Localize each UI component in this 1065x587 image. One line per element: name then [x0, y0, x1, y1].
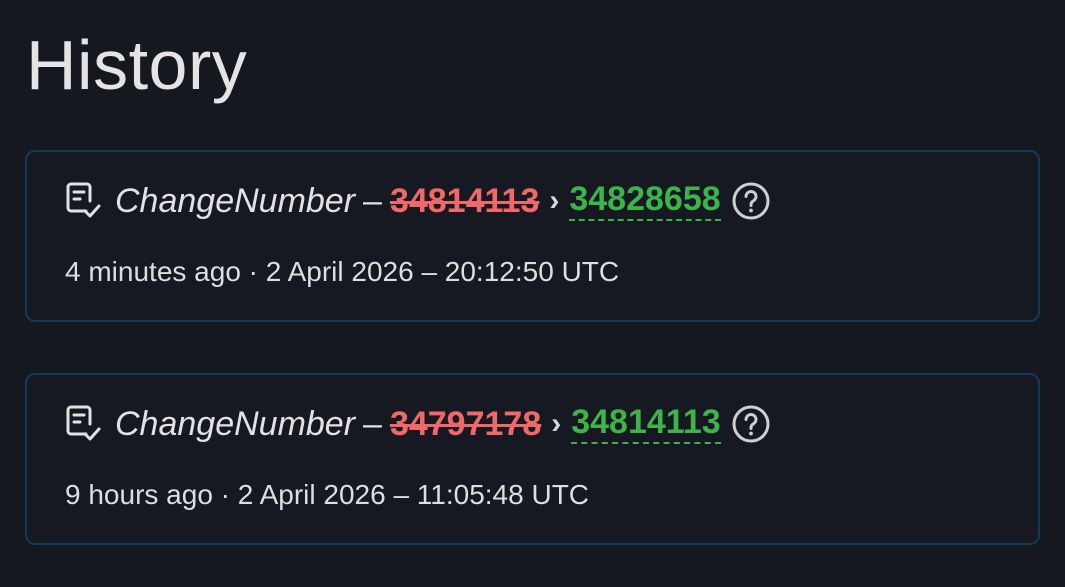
field-name: ChangeNumber [115, 404, 356, 443]
new-value[interactable]: 34828658 [569, 180, 721, 222]
history-entry: ChangeNumber – 34797178 › 34814113 9 hou… [25, 373, 1040, 545]
separator: – [363, 181, 382, 220]
history-entry: ChangeNumber – 34814113 › 34828658 4 min… [25, 150, 1040, 322]
change-row: ChangeNumber – 34814113 › 34828658 [65, 178, 771, 224]
old-value: 34797178 [389, 404, 542, 443]
page-title: History [26, 26, 248, 104]
question-circle-icon[interactable] [731, 404, 771, 444]
question-circle-icon[interactable] [731, 181, 771, 221]
change-arrow: › [549, 184, 560, 217]
document-check-icon [66, 405, 101, 441]
entry-timestamp: 4 minutes ago · 2 April 2026 – 20:12:50 … [65, 256, 620, 287]
history-page: History ChangeNumber – 34814113 › 348286… [0, 0, 1065, 587]
change-row: ChangeNumber – 34797178 › 34814113 [65, 401, 771, 447]
old-value: 34814113 [389, 181, 540, 220]
document-check-icon [66, 182, 101, 218]
new-value[interactable]: 34814113 [571, 403, 721, 445]
entry-timestamp: 9 hours ago · 2 April 2026 – 11:05:48 UT… [65, 479, 590, 510]
separator: – [363, 404, 382, 443]
change-arrow: › [551, 407, 562, 440]
field-name: ChangeNumber [115, 181, 356, 220]
